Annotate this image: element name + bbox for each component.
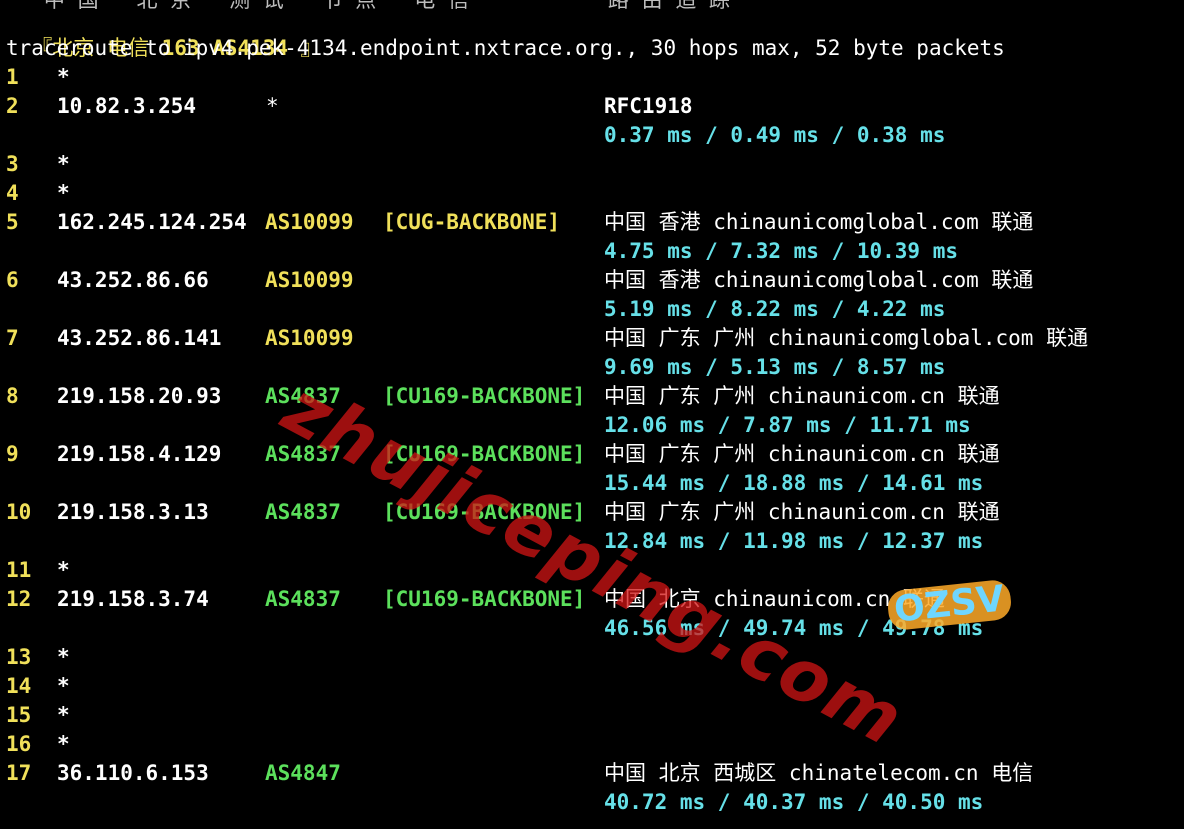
hop-geo: 中国 香港 chinaunicomglobal.com 联通 bbox=[604, 268, 1034, 292]
hop-asn: AS4847 bbox=[265, 761, 341, 785]
hop-rtt: 0.37 ms / 0.49 ms / 0.38 ms bbox=[604, 123, 946, 147]
hop-rtt-row: 9.69 ms / 5.13 ms / 8.57 ms bbox=[0, 353, 1184, 382]
hop-row: 13 * bbox=[0, 643, 1184, 672]
hop-number: 14 bbox=[6, 674, 32, 698]
hop-rtt-row: 12.06 ms / 7.87 ms / 11.71 ms bbox=[0, 411, 1184, 440]
hop-rtt-row: 15.44 ms / 18.88 ms / 14.61 ms bbox=[0, 469, 1184, 498]
hop-number: 4 bbox=[6, 181, 19, 205]
hop-asn: AS10099 bbox=[265, 268, 354, 292]
hop-timeout-star: * bbox=[57, 558, 70, 582]
traceroute-command: traceroute to ipv4.pek-4134.endpoint.nxt… bbox=[6, 36, 1005, 60]
hop-row: 1 * bbox=[0, 63, 1184, 92]
hop-row: 8 219.158.20.93 AS4837 [CU169-BACKBONE] 中国 广… bbox=[0, 382, 1184, 411]
target-line: 『北京 电信 163 AS4134 』 bbox=[6, 5, 321, 60]
hop-timeout-star: * bbox=[57, 703, 70, 727]
hop-rtt: 40.72 ms / 40.37 ms / 40.50 ms bbox=[604, 790, 984, 814]
hop-rtt: 15.44 ms / 18.88 ms / 14.61 ms bbox=[604, 471, 984, 495]
hop-ip: 10.82.3.254 bbox=[57, 94, 197, 118]
hop-asn: AS10099 bbox=[265, 210, 354, 234]
hop-asn-unknown: * bbox=[266, 94, 279, 118]
hop-number: 12 bbox=[6, 587, 32, 611]
hop-timeout-star: * bbox=[57, 65, 70, 89]
hop-rtt-row: 5.19 ms / 8.22 ms / 4.22 ms bbox=[0, 295, 1184, 324]
hop-rtt-row: 40.72 ms / 40.37 ms / 40.50 ms bbox=[0, 788, 1184, 817]
hop-row: 2 10.82.3.254 * RFC1918 bbox=[0, 92, 1184, 121]
hop-number: 2 bbox=[6, 94, 19, 118]
hop-asn: AS4837 bbox=[265, 587, 341, 611]
hop-ip: 36.110.6.153 bbox=[57, 761, 209, 785]
hop-row: 4 * bbox=[0, 179, 1184, 208]
hop-timeout-star: * bbox=[57, 732, 70, 756]
hop-number: 9 bbox=[6, 442, 19, 466]
hop-geo: 中国 广东 广州 chinaunicom.cn 联通 bbox=[604, 384, 1000, 408]
hop-ip: 219.158.4.129 bbox=[57, 442, 222, 466]
hop-row: 7 43.252.86.141 AS10099 中国 广东 广州 chinaunico… bbox=[0, 324, 1184, 353]
hop-ip: 219.158.3.74 bbox=[57, 587, 209, 611]
hop-timeout-star: * bbox=[57, 152, 70, 176]
hop-row: 15 * bbox=[0, 701, 1184, 730]
hop-number: 17 bbox=[6, 761, 32, 785]
hop-number: 15 bbox=[6, 703, 32, 727]
hop-timeout-star: * bbox=[57, 645, 70, 669]
hop-geo: 中国 广东 广州 chinaunicomglobal.com 联通 bbox=[604, 326, 1089, 350]
hop-rtt: 12.06 ms / 7.87 ms / 11.71 ms bbox=[604, 413, 971, 437]
hop-ip: 219.158.3.13 bbox=[57, 500, 209, 524]
hop-rtt-row: 4.75 ms / 7.32 ms / 10.39 ms bbox=[0, 237, 1184, 266]
hop-row: 17 36.110.6.153 AS4847 中国 北京 西城区 chinatelec… bbox=[0, 759, 1184, 788]
hop-row: 9 219.158.4.129 AS4837 [CU169-BACKBONE] 中国 广… bbox=[0, 440, 1184, 469]
hop-geo: 中国 北京 西城区 chinatelecom.cn 电信 bbox=[604, 761, 1034, 785]
hop-asn: AS4837 bbox=[265, 500, 341, 524]
hop-ip: 219.158.20.93 bbox=[57, 384, 222, 408]
hop-ip: 43.252.86.66 bbox=[57, 268, 209, 292]
hop-number: 10 bbox=[6, 500, 32, 524]
hop-number: 16 bbox=[6, 732, 32, 756]
hop-geo: 中国 香港 chinaunicomglobal.com 联通 bbox=[604, 210, 1034, 234]
hop-ip: 43.252.86.141 bbox=[57, 326, 222, 350]
hop-backbone-tag: [CUG-BACKBONE] bbox=[383, 210, 561, 234]
hop-rtt-row: 0.37 ms / 0.49 ms / 0.38 ms bbox=[0, 121, 1184, 150]
hop-timeout-star: * bbox=[57, 181, 70, 205]
hop-number: 5 bbox=[6, 210, 19, 234]
hop-backbone-tag: [CU169-BACKBONE] bbox=[383, 384, 586, 408]
hop-number: 1 bbox=[6, 65, 19, 89]
hop-row: 14 * bbox=[0, 672, 1184, 701]
hop-row: 16 * bbox=[0, 730, 1184, 759]
hop-row: 6 43.252.86.66 AS10099 中国 香港 chinaunicomglo… bbox=[0, 266, 1184, 295]
hop-geo: 中国 广东 广州 chinaunicom.cn 联通 bbox=[604, 500, 1000, 524]
hop-number: 8 bbox=[6, 384, 19, 408]
hop-rtt: 5.19 ms / 8.22 ms / 4.22 ms bbox=[604, 297, 946, 321]
hop-number: 6 bbox=[6, 268, 19, 292]
hop-number: 7 bbox=[6, 326, 19, 350]
hop-timeout-star: * bbox=[57, 674, 70, 698]
hop-geo: RFC1918 bbox=[604, 94, 693, 118]
hop-row: 3 * bbox=[0, 150, 1184, 179]
hop-rtt: 4.75 ms / 7.32 ms / 10.39 ms bbox=[604, 239, 959, 263]
hop-number: 11 bbox=[6, 558, 32, 582]
hop-rtt: 9.69 ms / 5.13 ms / 8.57 ms bbox=[604, 355, 946, 379]
hop-number: 3 bbox=[6, 152, 19, 176]
hop-geo: 中国 广东 广州 chinaunicom.cn 联通 bbox=[604, 442, 1000, 466]
hop-row: 5 162.245.124.254 AS10099 [CUG-BACKBONE] 中国 … bbox=[0, 208, 1184, 237]
hop-asn: AS10099 bbox=[265, 326, 354, 350]
hop-ip: 162.245.124.254 bbox=[57, 210, 247, 234]
hop-number: 13 bbox=[6, 645, 32, 669]
